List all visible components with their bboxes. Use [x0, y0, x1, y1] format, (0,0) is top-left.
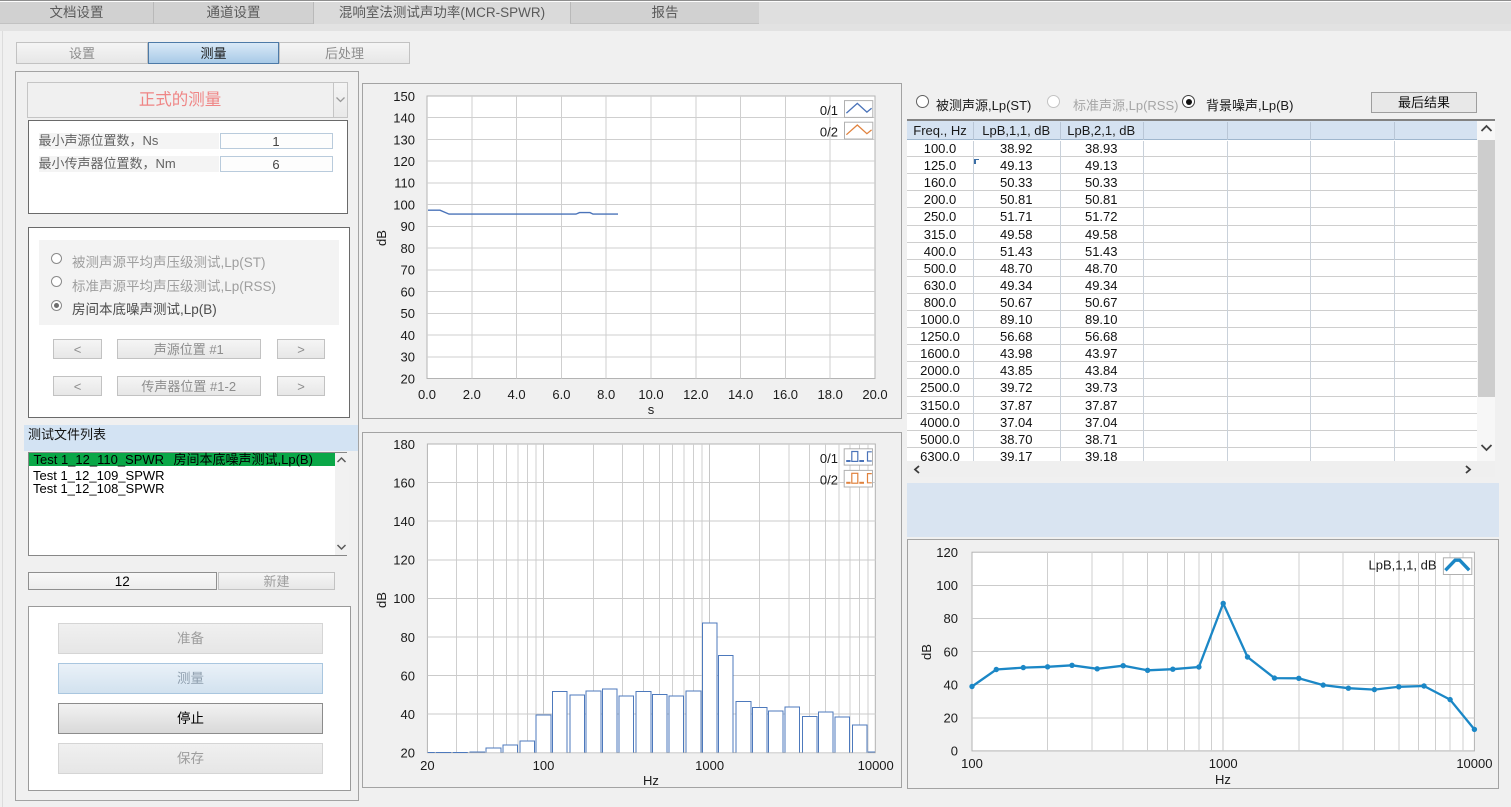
svg-text:dB: dB [374, 230, 389, 246]
svg-text:20: 20 [420, 758, 434, 773]
svg-text:80: 80 [401, 630, 415, 645]
svg-text:LpB,1,1, dB: LpB,1,1, dB [1369, 558, 1437, 573]
svg-text:10000: 10000 [858, 758, 894, 773]
svg-text:12.0: 12.0 [683, 387, 708, 402]
svg-text:130: 130 [393, 132, 415, 147]
svg-text:1000: 1000 [1209, 756, 1238, 771]
svg-text:4.0: 4.0 [508, 387, 526, 402]
svg-text:6.0: 6.0 [552, 387, 570, 402]
svg-text:60: 60 [401, 284, 415, 299]
svg-text:s: s [648, 402, 655, 417]
svg-text:160: 160 [393, 475, 415, 490]
svg-text:40: 40 [944, 678, 958, 693]
svg-text:20: 20 [401, 746, 415, 761]
svg-text:60: 60 [401, 668, 415, 683]
svg-text:100: 100 [961, 756, 983, 771]
svg-text:70: 70 [401, 263, 415, 278]
svg-text:50: 50 [401, 306, 415, 321]
svg-text:8.0: 8.0 [597, 387, 615, 402]
svg-text:30: 30 [401, 350, 415, 365]
svg-text:100: 100 [393, 591, 415, 606]
svg-text:60: 60 [944, 644, 958, 659]
svg-text:90: 90 [401, 219, 415, 234]
svg-text:180: 180 [393, 437, 415, 452]
svg-text:0/2: 0/2 [820, 125, 838, 140]
svg-text:10000: 10000 [1456, 756, 1492, 771]
svg-text:20: 20 [944, 711, 958, 726]
svg-text:2.0: 2.0 [463, 387, 481, 402]
svg-text:0/1: 0/1 [820, 103, 838, 118]
svg-text:14.0: 14.0 [728, 387, 753, 402]
svg-text:0/1: 0/1 [820, 451, 838, 466]
svg-text:20: 20 [401, 371, 415, 386]
svg-text:Hz: Hz [1215, 772, 1231, 787]
svg-text:16.0: 16.0 [773, 387, 798, 402]
svg-text:Hz: Hz [643, 773, 659, 788]
svg-text:150: 150 [393, 89, 415, 104]
svg-text:140: 140 [393, 111, 415, 126]
svg-text:10.0: 10.0 [638, 387, 663, 402]
svg-text:120: 120 [393, 553, 415, 568]
svg-text:20.0: 20.0 [862, 387, 887, 402]
svg-text:0/2: 0/2 [820, 473, 838, 488]
svg-text:100: 100 [533, 758, 555, 773]
svg-text:18.0: 18.0 [818, 387, 843, 402]
svg-text:40: 40 [401, 328, 415, 343]
svg-text:110: 110 [394, 176, 415, 191]
svg-text:100: 100 [936, 578, 958, 593]
svg-text:0.0: 0.0 [418, 387, 436, 402]
svg-text:80: 80 [401, 241, 415, 256]
svg-text:1000: 1000 [695, 758, 724, 773]
svg-text:120: 120 [936, 545, 958, 560]
svg-text:dB: dB [919, 644, 934, 660]
svg-text:dB: dB [374, 592, 389, 608]
svg-text:100: 100 [393, 198, 415, 213]
svg-text:120: 120 [393, 154, 415, 169]
svg-text:40: 40 [401, 707, 415, 722]
svg-text:0: 0 [951, 744, 958, 759]
svg-text:140: 140 [393, 514, 415, 529]
svg-text:80: 80 [944, 611, 958, 626]
